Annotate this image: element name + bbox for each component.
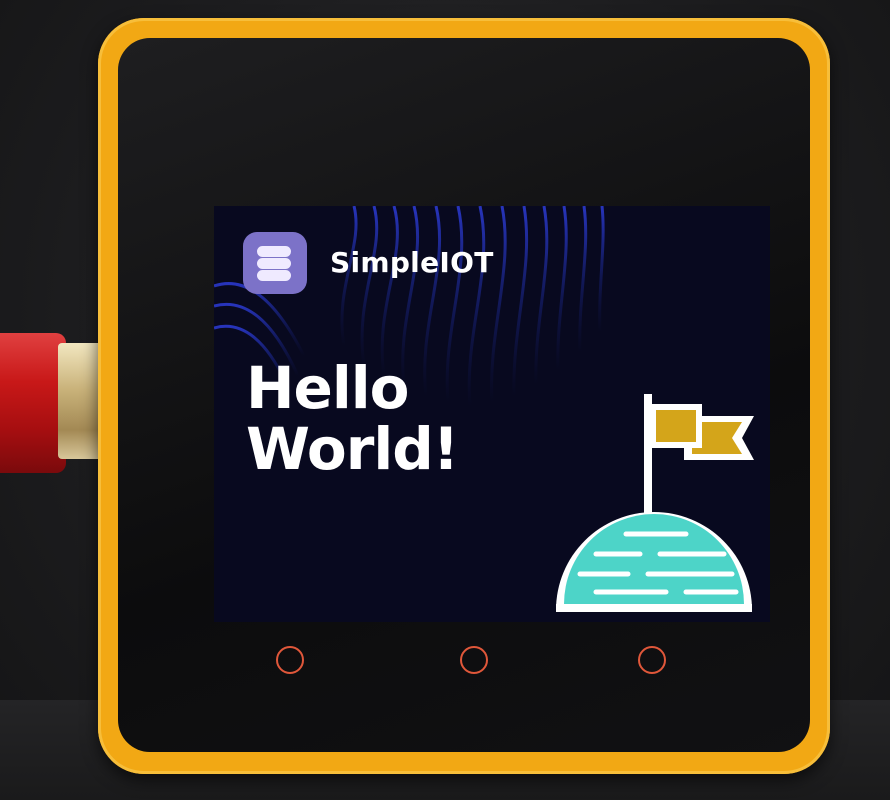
heading-line-2: World! — [246, 415, 459, 483]
left-touch-button[interactable] — [276, 646, 304, 674]
logo-bar-middle — [257, 258, 291, 269]
planet-with-flag-icon — [556, 394, 754, 612]
usb-cable — [0, 333, 66, 473]
device-bezel: SimpleIOT Hello World! — [118, 38, 810, 752]
logo-bar-bottom — [257, 270, 291, 281]
right-touch-button[interactable] — [638, 646, 666, 674]
display-screen: SimpleIOT Hello World! — [214, 206, 770, 622]
logo-bar-top — [257, 246, 291, 257]
device-case: SimpleIOT Hello World! — [98, 18, 830, 774]
simpleiot-logo-icon — [243, 232, 307, 294]
hello-heading: Hello World! — [246, 354, 459, 483]
heading-line-1: Hello — [246, 354, 410, 422]
center-touch-button[interactable] — [460, 646, 488, 674]
brand-name: SimpleIOT — [330, 246, 494, 279]
